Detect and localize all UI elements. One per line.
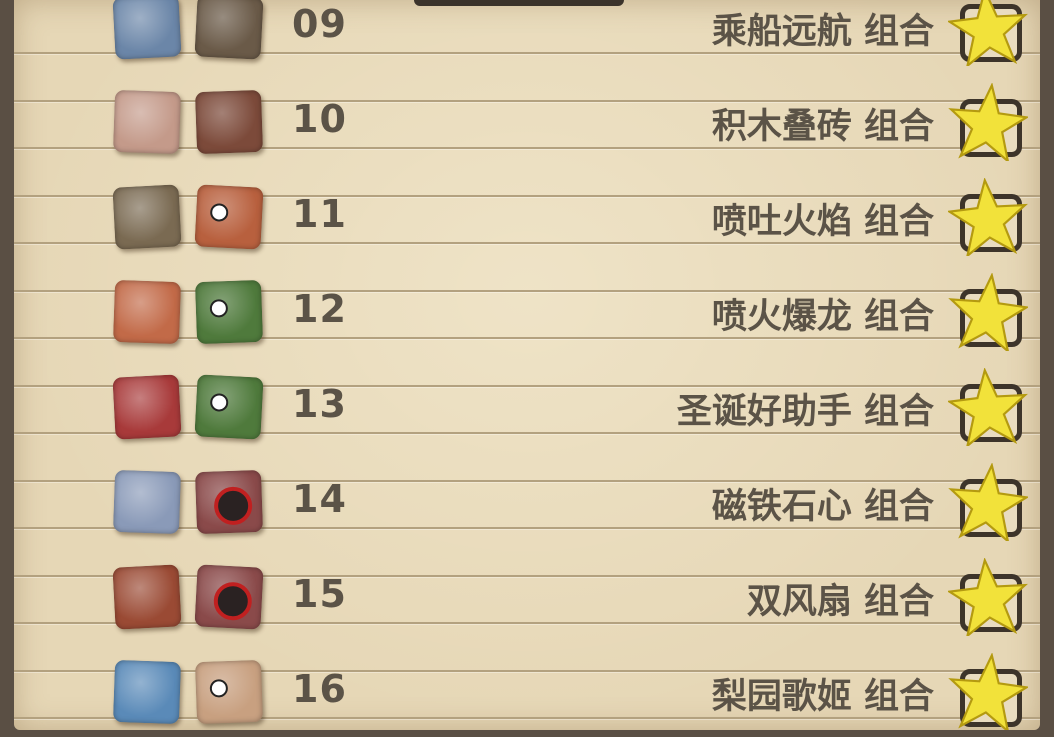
fan-icon[interactable] (112, 564, 182, 630)
star-rating (948, 178, 1028, 256)
level-number: 09 (292, 2, 347, 46)
level-number: 10 (292, 97, 347, 141)
eye-mark (209, 203, 229, 222)
star-icon (948, 653, 1028, 730)
star-rating (948, 83, 1028, 161)
combo-row[interactable]: 11 喷吐火焰 组合 (14, 170, 1040, 265)
star-icon (948, 178, 1028, 256)
heart-core-mark (212, 581, 253, 622)
combo-row[interactable]: 10 积木叠砖 组合 (14, 75, 1040, 170)
pink-monster-icon[interactable] (194, 279, 264, 345)
blocks-icon[interactable] (112, 89, 182, 155)
level-number: 11 (292, 192, 347, 236)
combo-title: 双风扇 组合 (746, 582, 934, 622)
star-rating (948, 653, 1028, 730)
combo-title: 圣诞好助手 组合 (676, 392, 934, 432)
pink-monster-icon[interactable] (194, 374, 264, 440)
eye-mark (209, 299, 229, 318)
star-icon (948, 0, 1028, 66)
star-rating (948, 558, 1028, 636)
game-frame: 09 乘船远航 组合 10 积木叠砖 组合 11 喷吐火焰 组合 12 喷火爆龙 组合 13 圣诞… (0, 0, 1054, 737)
star-icon (948, 368, 1028, 446)
combo-row[interactable]: 15 双风扇 组合 (14, 550, 1040, 645)
combo-row[interactable]: 14 磁铁石心 组合 (14, 455, 1040, 550)
star-rating (948, 368, 1028, 446)
combo-row[interactable]: 16 梨园歌姬 组合 (14, 645, 1040, 730)
level-number: 14 (292, 477, 347, 521)
combo-row[interactable]: 13 圣诞好助手 组合 (14, 360, 1040, 455)
pirate-icon[interactable] (112, 0, 182, 60)
star-icon (948, 273, 1028, 351)
level-number: 13 (292, 382, 347, 426)
combo-title: 积木叠砖 组合 (711, 107, 934, 147)
star-icon (948, 558, 1028, 636)
combo-title: 梨园歌姬 组合 (711, 677, 934, 717)
level-number: 15 (292, 572, 347, 616)
dragon-icon[interactable] (112, 279, 182, 345)
stone-heart-icon[interactable] (194, 469, 264, 535)
horseshoe-icon[interactable] (112, 184, 182, 250)
eye-mark (209, 679, 229, 698)
star-icon (948, 83, 1028, 161)
star-rating (948, 463, 1028, 541)
stone-heart-icon[interactable] (194, 564, 264, 630)
combo-title: 磁铁石心 组合 (711, 487, 934, 527)
pear-tree-icon[interactable] (112, 659, 182, 725)
star-icon (948, 463, 1028, 541)
combo-row[interactable]: 12 喷火爆龙 组合 (14, 265, 1040, 360)
brick-icon[interactable] (194, 89, 264, 155)
magnet-icon[interactable] (112, 469, 182, 535)
star-rating (948, 273, 1028, 351)
dragon-icon[interactable] (194, 184, 264, 250)
combo-row[interactable]: 09 乘船远航 组合 (14, 0, 1040, 75)
level-number: 12 (292, 287, 347, 331)
star-rating (948, 0, 1028, 66)
combo-list-paper: 09 乘船远航 组合 10 积木叠砖 组合 11 喷吐火焰 组合 12 喷火爆龙 组合 13 圣诞… (14, 0, 1040, 730)
cart-icon[interactable] (194, 0, 264, 60)
level-number: 16 (292, 667, 347, 711)
eye-mark (209, 393, 229, 412)
heart-core-mark (213, 486, 253, 526)
combo-title: 喷火爆龙 组合 (711, 297, 934, 337)
combo-title: 喷吐火焰 组合 (711, 202, 934, 242)
viking-icon[interactable] (194, 659, 264, 725)
combo-title: 乘船远航 组合 (711, 12, 934, 52)
reindeer-icon[interactable] (112, 374, 182, 440)
